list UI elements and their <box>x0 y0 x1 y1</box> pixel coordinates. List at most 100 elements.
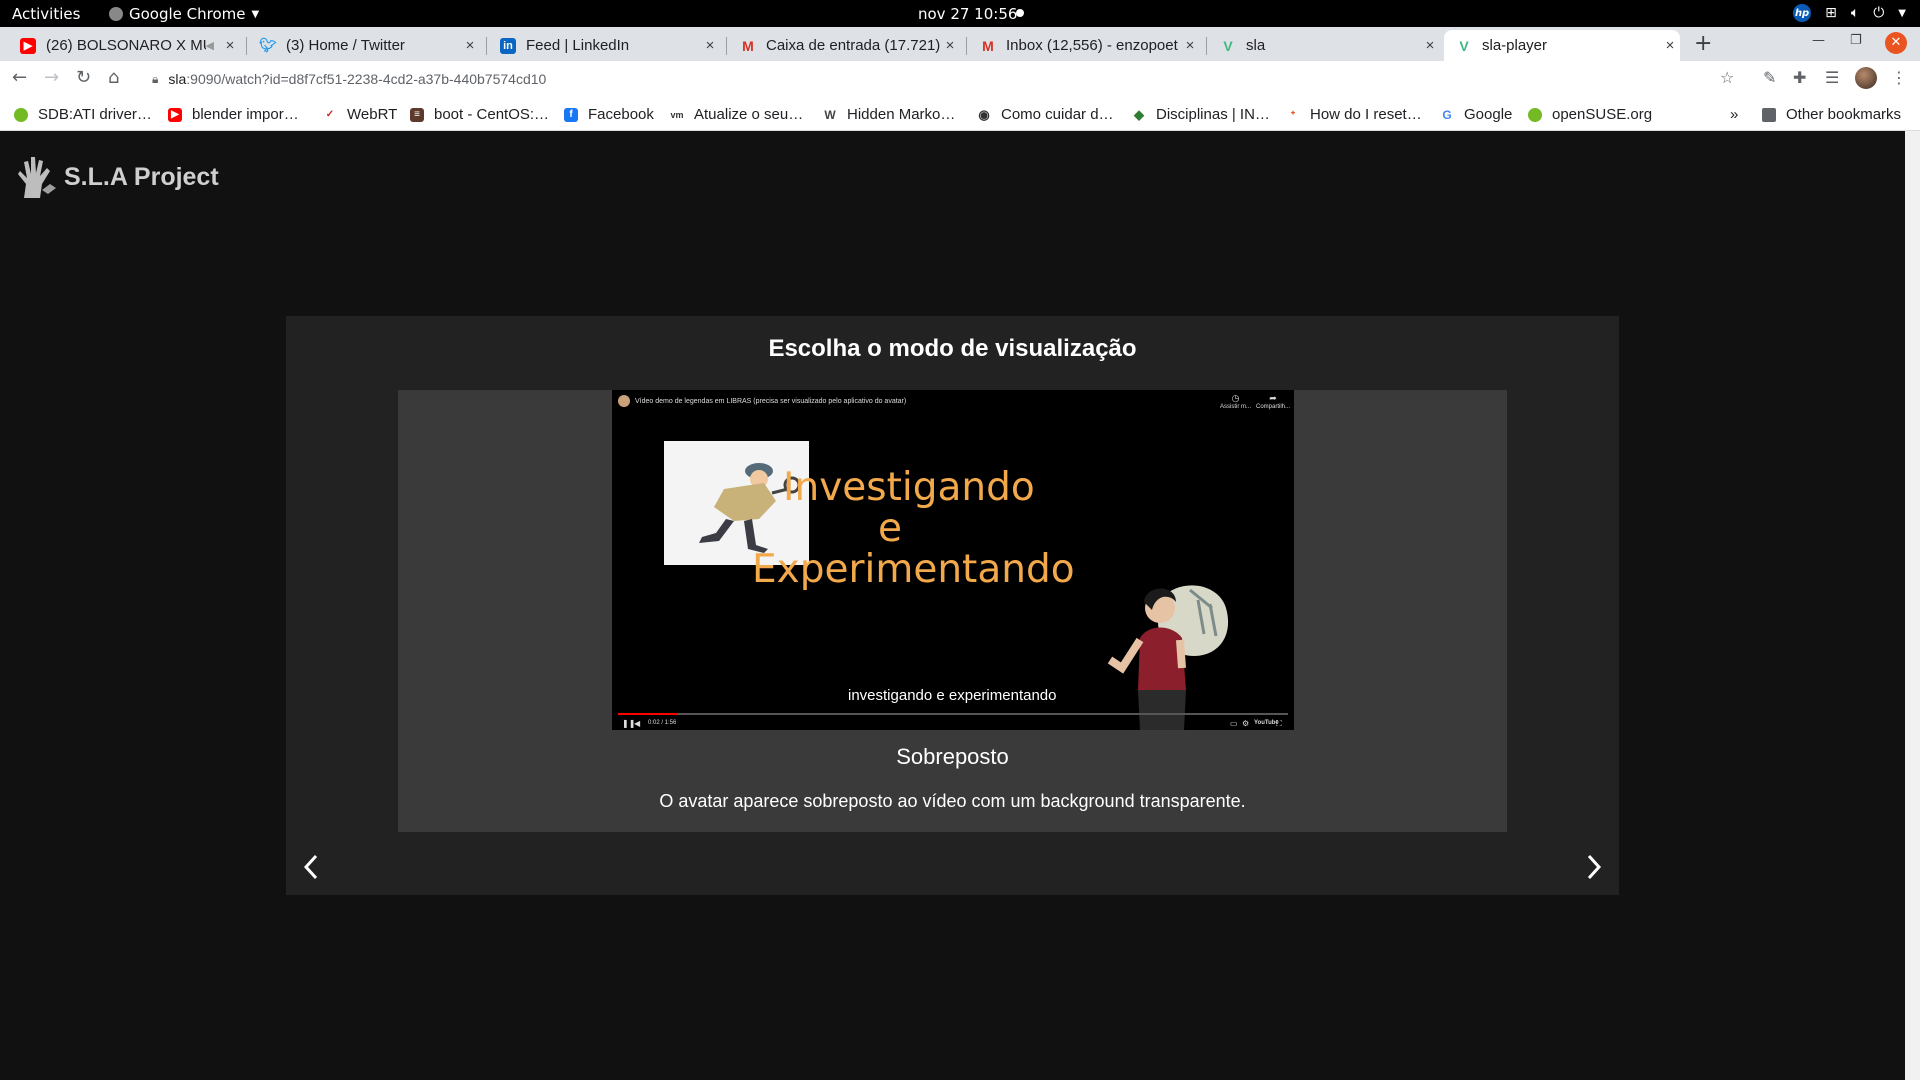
share-button[interactable]: ➦ Compartilh... <box>1256 393 1290 410</box>
tab-gmail-inbox[interactable]: M Inbox (12,556) - enzopoet × <box>968 30 1200 61</box>
vue-icon: V <box>1223 37 1233 54</box>
tab-title: Caixa de entrada (17.721) <box>766 37 940 54</box>
activities-button[interactable]: Activities <box>12 5 80 23</box>
star-icon[interactable]: ☆ <box>1720 68 1734 87</box>
page-scrollbar[interactable] <box>1905 131 1920 1080</box>
back-icon[interactable]: ← <box>12 67 27 88</box>
app-name: Google Chrome <box>129 5 246 23</box>
extension-icon[interactable]: ✎ <box>1763 68 1776 87</box>
clock[interactable]: nov 27 10:56 <box>918 5 1017 23</box>
bookmark-item[interactable]: W Hidden Marko… <box>823 106 955 123</box>
close-tab-icon[interactable]: × <box>460 37 480 54</box>
tab-title: sla <box>1246 37 1266 54</box>
tab-youtube[interactable]: ▶ (26) BOLSONARO X MU ◀ × <box>8 30 240 61</box>
tab-gmail-caixa[interactable]: M Caixa de entrada (17.721) × <box>728 30 960 61</box>
reload-icon[interactable]: ↻ <box>76 67 91 88</box>
close-tab-icon[interactable]: × <box>220 37 240 54</box>
bookmark-item[interactable]: ▶ blender impor… <box>168 106 299 123</box>
tab-sla-player[interactable]: V sla-player × <box>1444 30 1680 61</box>
bookmark-item[interactable]: f Facebook <box>564 106 654 123</box>
tab-separator <box>246 37 247 55</box>
tab-linkedin[interactable]: in Feed | LinkedIn × <box>488 30 720 61</box>
close-tab-icon[interactable]: × <box>1660 37 1680 54</box>
volume-icon: 🔈︎ <box>1850 5 1860 21</box>
subtitles-icon[interactable]: ▭ <box>1230 719 1238 728</box>
bookmark-label: SDB:ATI driver… <box>38 106 152 123</box>
vue-icon: V <box>1459 37 1469 54</box>
bookmarks-overflow-button[interactable]: » <box>1730 106 1738 123</box>
other-bookmarks[interactable]: Other bookmarks <box>1762 106 1901 123</box>
wikipedia-icon: W <box>824 107 836 122</box>
bookmark-item[interactable]: ✓ WebRT <box>323 106 398 123</box>
volume-icon[interactable]: ◀︎ <box>634 719 640 728</box>
youtube-header: Vídeo demo de legendas em LIBRAS (precis… <box>618 395 906 407</box>
home-icon[interactable]: ⌂ <box>108 67 119 88</box>
opensuse-icon <box>14 107 28 122</box>
restore-icon[interactable]: ❐ <box>1850 33 1862 48</box>
address-bar[interactable]: 🔒︎ sla :9090/watch?id=d8f7cf51-2238-4cd2… <box>140 64 1780 94</box>
gmail-icon: M <box>742 37 754 54</box>
new-tab-button[interactable]: + <box>1694 31 1712 56</box>
watch-later-button[interactable]: ◷ Assistir m... <box>1220 393 1251 410</box>
bookmark-item[interactable]: ◆ Disciplinas | IN… <box>1132 106 1270 123</box>
caret-down-icon: ▼ <box>1898 7 1906 19</box>
chevron-left-icon[interactable] <box>300 852 322 882</box>
reading-list-icon[interactable]: ☰ <box>1825 68 1839 87</box>
visualization-mode-panel: Escolha o modo de visualização Vídeo dem… <box>286 316 1619 895</box>
tab-title: sla-player <box>1482 37 1548 54</box>
site-logo[interactable]: S.L.A Project <box>14 154 219 200</box>
caret-down-icon: ▼ <box>251 8 260 20</box>
logo-text: S.L.A Project <box>64 162 219 191</box>
fullscreen-icon[interactable]: ⛶ <box>1276 719 1282 729</box>
hp-icon[interactable]: hp <box>1793 4 1812 22</box>
video-preview[interactable]: Vídeo demo de legendas em LIBRAS (precis… <box>612 390 1294 730</box>
video-subtitle: investigando e experimentando <box>848 687 1057 704</box>
share-label: Compartilh... <box>1256 404 1291 410</box>
mode-card[interactable]: Vídeo demo de legendas em LIBRAS (precis… <box>398 390 1507 832</box>
close-tab-icon[interactable]: × <box>1180 37 1200 54</box>
folder-icon <box>1762 107 1776 122</box>
tab-title: Inbox (12,556) - enzopoet <box>1006 37 1178 54</box>
settings-icon[interactable]: ⚙ <box>1242 719 1249 728</box>
menu-icon[interactable]: ⋮ <box>1891 68 1907 87</box>
lock-icon[interactable]: 🔒︎ <box>152 72 158 87</box>
page-content: S.L.A Project Escolha o modo de visualiz… <box>0 131 1905 1080</box>
sign-language-avatar <box>1107 585 1229 730</box>
bookmark-item[interactable]: openSUSE.org <box>1528 106 1652 123</box>
bookmark-item[interactable]: vm Atualize o seu… <box>670 106 803 123</box>
video-time: 0:02 / 1:56 <box>648 720 677 726</box>
bookmark-item[interactable]: ≡ boot - CentOS:… <box>410 106 549 123</box>
twitter-icon: 🐦︎ <box>259 37 277 53</box>
close-tab-icon[interactable]: × <box>700 37 720 54</box>
window-close-button[interactable]: ✕ <box>1885 32 1907 54</box>
close-tab-icon[interactable]: × <box>1420 37 1440 54</box>
power-icon: ⏻ <box>1873 5 1885 21</box>
video-title-line: Experimentando <box>752 547 1075 592</box>
close-tab-icon[interactable]: × <box>940 37 960 54</box>
profile-avatar[interactable] <box>1855 67 1877 89</box>
mute-icon[interactable]: ◀ <box>206 39 214 52</box>
bookmark-label: Atualize o seu… <box>694 106 804 123</box>
app-menu[interactable]: Google Chrome ▼ <box>109 5 259 23</box>
puzzle-icon[interactable]: ✚ <box>1793 68 1806 87</box>
bookmark-item[interactable]: SDB:ATI driver… <box>14 106 152 123</box>
hand-sign-icon <box>18 157 56 198</box>
tab-sla[interactable]: V sla × <box>1208 30 1440 61</box>
linkedin-icon: in <box>500 37 516 54</box>
other-bookmarks-label: Other bookmarks <box>1786 106 1902 123</box>
forward-icon[interactable]: → <box>44 67 59 88</box>
bookmark-label: boot - CentOS:… <box>434 106 550 123</box>
bookmark-item[interactable]: ᐩ How do I reset… <box>1286 106 1422 123</box>
tab-twitter[interactable]: 🐦︎ (3) Home / Twitter × <box>248 30 480 61</box>
bookmark-item[interactable]: ◉ Como cuidar d… <box>977 106 1113 123</box>
google-icon: G <box>1442 107 1452 122</box>
video-progress-bar[interactable] <box>618 713 1288 715</box>
minimize-icon[interactable]: — <box>1812 33 1825 48</box>
system-tray[interactable]: hp ⊞ 🔈︎ ⏻ ▼ <box>1793 4 1906 22</box>
youtube-video-title: Vídeo demo de legendas em LIBRAS (precis… <box>635 397 907 405</box>
video-title-line: e <box>878 506 902 551</box>
tab-strip: ▶ (26) BOLSONARO X MU ◀ × 🐦︎ (3) Home / … <box>0 27 1920 61</box>
tab-separator <box>486 37 487 55</box>
chevron-right-icon[interactable] <box>1583 852 1605 882</box>
bookmark-item[interactable]: G Google <box>1440 106 1512 123</box>
